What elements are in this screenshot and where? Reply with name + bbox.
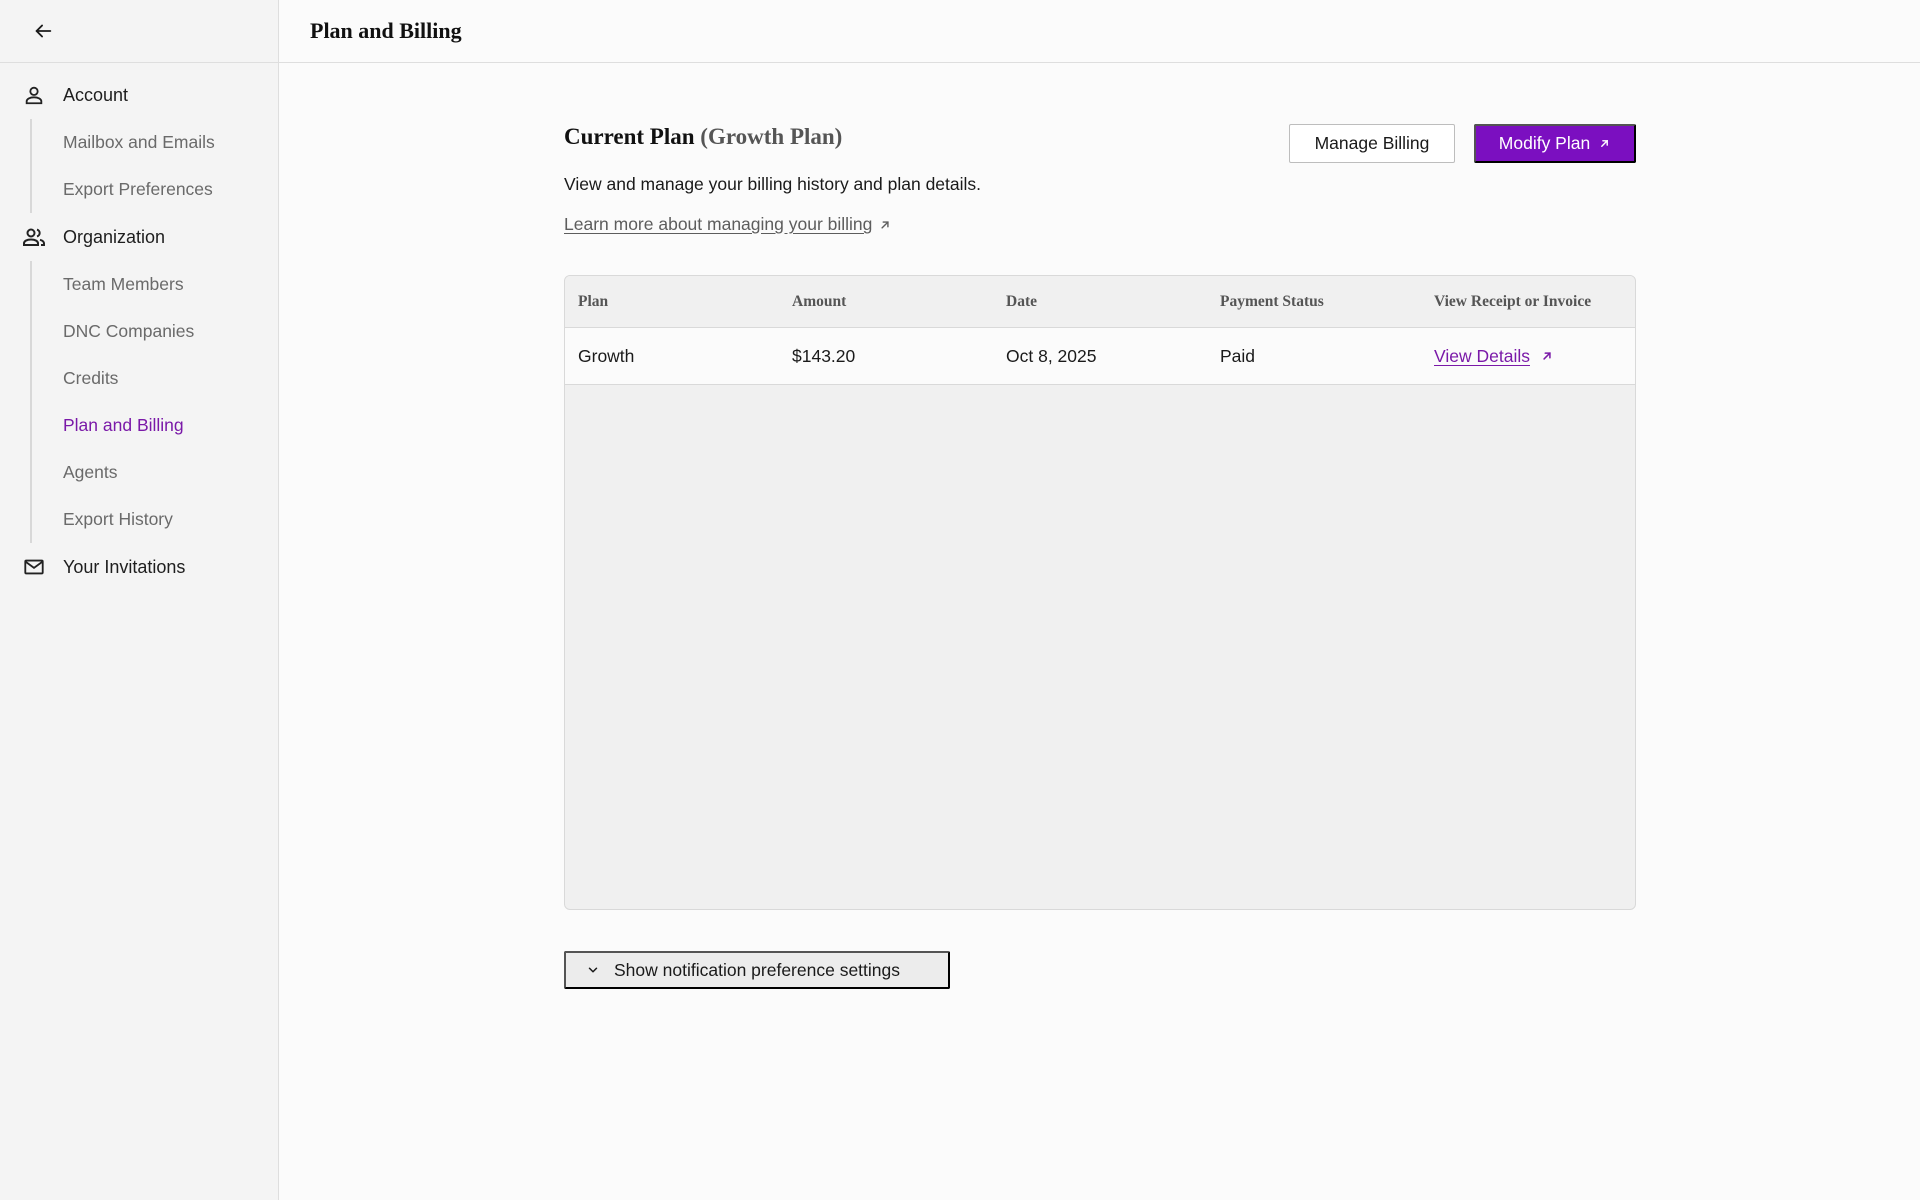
- current-plan-name: (Growth Plan): [700, 124, 843, 149]
- column-header-amount: Amount: [792, 292, 847, 310]
- external-link-icon: [1598, 137, 1611, 150]
- sidebar-item-export-history[interactable]: Export History: [32, 496, 278, 543]
- column-header-receipt: View Receipt or Invoice: [1434, 292, 1592, 310]
- nav-group-account[interactable]: Account: [0, 71, 278, 119]
- plan-header: Current Plan (Growth Plan) View and mana…: [564, 118, 1636, 288]
- manage-billing-button[interactable]: Manage Billing: [1289, 124, 1455, 163]
- sidebar-item-team-members[interactable]: Team Members: [32, 261, 278, 308]
- view-details-label: View Details: [1434, 345, 1530, 366]
- external-link-icon: [1540, 349, 1554, 363]
- table-row: Growth $143.20 Oct 8, 2025 Paid View Det…: [565, 328, 1635, 385]
- notification-settings-toggle[interactable]: Show notification preference settings: [564, 951, 950, 989]
- column-header-plan: Plan: [578, 292, 609, 310]
- table-header: Plan Amount Date Payment Status View Rec…: [565, 276, 1635, 328]
- nav-sub-organization: Team Members DNC Companies Credits Plan …: [30, 261, 278, 543]
- billing-history-table: Plan Amount Date Payment Status View Rec…: [564, 275, 1636, 910]
- view-details-link[interactable]: View Details: [1434, 346, 1554, 367]
- mail-icon: [22, 555, 46, 579]
- cell-receipt: View Details: [1421, 346, 1635, 367]
- sidebar-item-export-preferences[interactable]: Export Preferences: [32, 166, 278, 213]
- group-icon: [22, 225, 46, 249]
- current-plan-heading: Current Plan (Growth Plan): [564, 124, 842, 150]
- top-bar: Plan and Billing: [279, 0, 1920, 63]
- sidebar-item-mailbox-and-emails[interactable]: Mailbox and Emails: [32, 119, 278, 166]
- sidebar-item-agents[interactable]: Agents: [32, 449, 278, 496]
- nav-group-label: Account: [63, 84, 129, 105]
- main-content: Current Plan (Growth Plan) View and mana…: [564, 118, 1636, 989]
- learn-more-link-label: Learn more about managing your billing: [564, 214, 873, 234]
- external-link-icon: [878, 218, 892, 232]
- settings-nav: Account Mailbox and Emails Export Prefer…: [0, 63, 278, 591]
- current-plan-label: Current Plan: [564, 124, 695, 149]
- arrow-left-icon: [35, 24, 52, 38]
- chevron-down-icon: [586, 963, 600, 977]
- modify-plan-button[interactable]: Modify Plan: [1474, 124, 1636, 163]
- back-button[interactable]: [28, 16, 58, 46]
- app-root: Account Mailbox and Emails Export Prefer…: [0, 0, 1920, 1200]
- cell-amount: $143.20: [792, 345, 856, 366]
- notification-toggle-label: Show notification preference settings: [614, 959, 900, 980]
- modify-plan-label: Modify Plan: [1498, 133, 1591, 153]
- sidebar-item-dnc-companies[interactable]: DNC Companies: [32, 308, 278, 355]
- person-icon: [22, 83, 46, 107]
- cell-date: Oct 8, 2025: [1006, 345, 1097, 366]
- page-title: Plan and Billing: [310, 18, 462, 43]
- nav-group-organization[interactable]: Organization: [0, 213, 278, 261]
- nav-group-your-invitations[interactable]: Your Invitations: [0, 543, 278, 591]
- sidebar: Account Mailbox and Emails Export Prefer…: [0, 0, 279, 1200]
- learn-more-link[interactable]: Learn more about managing your billing: [564, 214, 892, 235]
- sidebar-item-plan-and-billing[interactable]: Plan and Billing: [32, 402, 278, 449]
- nav-group-label: Organization: [63, 226, 166, 247]
- sidebar-top: [0, 0, 278, 63]
- nav-group-label: Your Invitations: [63, 556, 186, 577]
- sidebar-item-credits[interactable]: Credits: [32, 355, 278, 402]
- plan-description: View and manage your billing history and…: [564, 174, 982, 194]
- cell-plan: Growth: [578, 345, 635, 366]
- column-header-payment-status: Payment Status: [1220, 292, 1324, 310]
- cell-status: Paid: [1220, 345, 1256, 366]
- column-header-date: Date: [1006, 292, 1037, 310]
- nav-sub-account: Mailbox and Emails Export Preferences: [30, 119, 278, 213]
